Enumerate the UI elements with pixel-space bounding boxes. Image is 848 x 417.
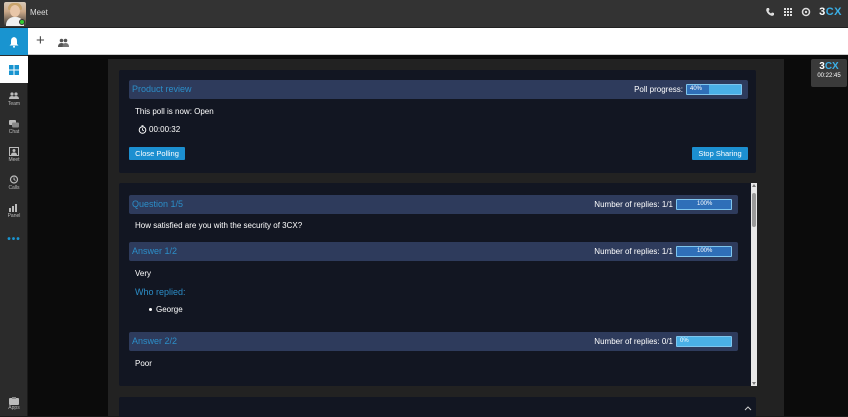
sidebar-item-label: Team <box>7 100 21 107</box>
toolbar: + <box>28 28 848 55</box>
avatar[interactable] <box>4 2 26 26</box>
add-icon[interactable]: + <box>36 33 45 48</box>
answer-replies-bar: 100% <box>676 246 732 257</box>
stopwatch-icon <box>138 125 147 134</box>
scroll-thumb[interactable] <box>752 193 756 227</box>
question-title: Question 1/5 <box>132 199 184 209</box>
presence-dot <box>19 19 25 25</box>
answer-header: Answer 1/2 Number of replies: 1/1 100% <box>129 242 738 261</box>
team-icon <box>9 91 19 99</box>
sidebar-item-meet[interactable]: Meet <box>0 142 28 168</box>
question-text: How satisfied are you with the security … <box>135 221 303 230</box>
sidebar-item-label: Calls <box>8 185 20 191</box>
call-duration: 00:22:45 <box>817 73 841 79</box>
sidebar-item-label: Meet <box>8 157 20 163</box>
dashboard-button[interactable] <box>0 56 28 83</box>
windows-icon <box>9 64 19 75</box>
sidebar-item-label: Apps <box>8 405 20 411</box>
mini-call-window[interactable]: 3CX 00:22:45 <box>811 59 847 87</box>
sidebar-item-calls[interactable]: Calls <box>0 170 28 196</box>
answer-text: Poor <box>135 359 152 368</box>
question-replies-bar: 100% <box>676 199 732 210</box>
sidebar-item-team[interactable]: Team <box>0 86 28 112</box>
group-icon <box>58 38 69 47</box>
next-question-card <box>119 397 756 417</box>
progress-value: 100% <box>697 248 713 254</box>
poll-header: Product review Poll progress: 40% <box>129 80 748 99</box>
sidebar-item-label: Chat <box>8 128 20 135</box>
timer-value: 00:00:32 <box>149 125 181 134</box>
settings-icon[interactable] <box>801 7 811 17</box>
panel-icon <box>9 203 17 212</box>
answer-header: Answer 2/2 Number of replies: 0/1 0% <box>129 332 738 351</box>
phone-icon[interactable] <box>765 7 775 17</box>
replier-name: George <box>156 305 183 314</box>
notifications-button[interactable] <box>0 28 28 55</box>
answer-title: Answer 2/2 <box>132 336 178 346</box>
replier-list-item: George <box>149 305 183 314</box>
scroll-up-arrow[interactable] <box>752 184 756 187</box>
main-content: Product review Poll progress: 40% This p… <box>28 55 848 417</box>
question-header: Question 1/5 Number of replies: 1/1 100% <box>129 195 738 214</box>
sidebar-item-chat[interactable]: Chat <box>0 114 28 140</box>
question-replies-label: Number of replies: 1/1 <box>594 200 673 209</box>
meet-icon <box>9 147 19 156</box>
sidebar-item-label: Panel <box>7 212 21 219</box>
poll-summary-card: Product review Poll progress: 40% This p… <box>119 70 756 173</box>
calls-icon <box>9 175 19 184</box>
who-replied-label: Who replied: <box>135 287 186 297</box>
progress-value: 40% <box>690 86 703 92</box>
sidebar-item-panel[interactable]: Panel <box>0 198 28 224</box>
participants-button[interactable] <box>58 35 69 53</box>
window-title: Meet <box>30 8 48 17</box>
poll-timer: 00:00:32 <box>138 125 180 134</box>
poll-status: This poll is now: Open <box>135 107 214 116</box>
brand-logo: 3CX <box>819 6 842 18</box>
answer-title: Answer 1/2 <box>132 246 178 256</box>
bell-icon <box>9 36 19 48</box>
sidebar-item-apps[interactable]: Apps <box>0 392 28 416</box>
answer-replies-label: Number of replies: 1/1 <box>594 247 673 256</box>
dialpad-icon[interactable] <box>783 7 793 17</box>
more-button[interactable]: ••• <box>0 234 28 245</box>
bullet-icon <box>149 308 152 311</box>
poll-progress-bar: 40% <box>686 84 742 95</box>
sidebar: Team Chat Meet Calls Panel ••• Apps <box>0 28 28 416</box>
poll-progress-label: Poll progress: <box>634 85 683 94</box>
title-bar: Meet 3CX <box>0 0 848 28</box>
progress-value: 100% <box>697 201 713 207</box>
scrollbar[interactable] <box>751 183 757 386</box>
chevron-up-icon[interactable] <box>744 404 752 413</box>
scroll-down-arrow[interactable] <box>752 382 756 385</box>
poll-title: Product review <box>132 84 192 94</box>
stop-sharing-button[interactable]: Stop Sharing <box>692 147 748 160</box>
progress-value: 0% <box>680 338 689 344</box>
apps-icon <box>9 397 19 405</box>
mini-brand-logo: 3CX <box>819 61 839 72</box>
answer-text: Very <box>135 269 152 278</box>
answer-replies-bar: 0% <box>676 336 732 347</box>
close-polling-button[interactable]: Close Polling <box>129 147 185 160</box>
chat-icon <box>9 119 19 127</box>
question-card: Question 1/5 Number of replies: 1/1 100%… <box>119 183 756 386</box>
answer-replies-label: Number of replies: 0/1 <box>594 337 673 346</box>
